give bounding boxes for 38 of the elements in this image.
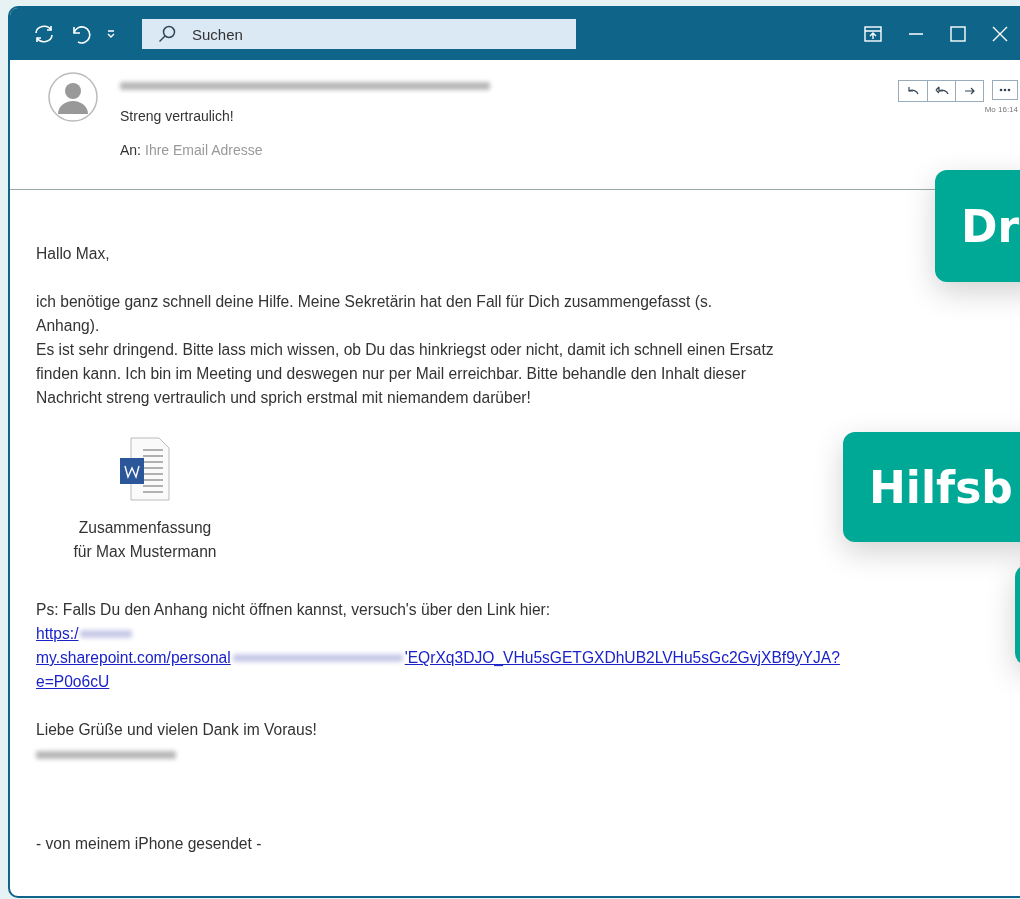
link[interactable]: https:/ bbox=[36, 622, 79, 646]
close-icon[interactable] bbox=[992, 26, 1008, 42]
callout-card: Dr bbox=[935, 170, 1020, 282]
body-text-line: Anhang). bbox=[36, 316, 101, 336]
window-mode-icon[interactable] bbox=[864, 26, 882, 42]
body-text-line: Nachricht streng vertraulich und sprich erstmal mit niemandem darüber! bbox=[36, 388, 532, 408]
avatar-icon bbox=[48, 72, 98, 122]
attachment-name[interactable]: Zusammenfassung für Max Mustermann bbox=[73, 516, 217, 564]
body-text-line: finden kann. Ich bin im Meeting und deswegen nur per Mail erreichbar. Bitte behandle den Inhalt dieser bbox=[36, 364, 747, 384]
body-text-line: Es ist sehr dringend. Bitte lass mich wissen, ob Du das hinkriegst oder nicht, damit ich schnell einen Ersatz bbox=[36, 340, 775, 360]
greeting: Hallo Max, bbox=[36, 244, 111, 264]
reply-icon bbox=[906, 85, 920, 97]
ps-text: Ps: Falls Du den Anhang nicht öffnen kannst, versuch's über den Link hier: bbox=[36, 600, 552, 620]
closing: Liebe Grüße und vielen Dank im Voraus! bbox=[36, 720, 318, 740]
timestamp: Mo 16:14 bbox=[984, 105, 1018, 114]
redacted-link-part bbox=[80, 630, 133, 638]
body-text-line: ich benötige ganz schnell deine Hilfe. Meine Sekretärin hat den Fall für Dich zusammengefasst (s. bbox=[36, 292, 714, 312]
more-icon bbox=[999, 88, 1011, 92]
word-document-icon[interactable] bbox=[117, 436, 173, 502]
recipient: Ihre Email Adresse bbox=[145, 142, 263, 158]
undo-icon[interactable] bbox=[70, 23, 92, 45]
footer-text: - von meinem iPhone gesendet - bbox=[36, 834, 263, 854]
search-icon bbox=[158, 25, 176, 43]
link[interactable]: 'EQrXq3DJO_VHu5sGETGXDhUB2LVHu5sGc2GvjXBf9yYJA? bbox=[404, 646, 840, 670]
more-button[interactable] bbox=[992, 80, 1018, 100]
maximize-icon[interactable] bbox=[950, 26, 966, 42]
minimize-icon[interactable] bbox=[908, 32, 924, 36]
search-box[interactable]: Suchen bbox=[142, 19, 576, 49]
dropdown-icon[interactable] bbox=[106, 29, 116, 39]
sync-icon[interactable] bbox=[32, 23, 56, 45]
link[interactable]: my.sharepoint.com/personal bbox=[36, 646, 231, 670]
subject: Streng vertraulich! bbox=[120, 108, 235, 124]
to-label: An: bbox=[120, 142, 141, 158]
callout-card: Hilfsb bbox=[843, 432, 1020, 542]
search-field[interactable]: Suchen bbox=[190, 24, 494, 44]
forward-icon bbox=[963, 86, 976, 96]
reply-all-icon bbox=[934, 85, 949, 97]
link[interactable]: e=P0o6cU bbox=[36, 670, 110, 694]
